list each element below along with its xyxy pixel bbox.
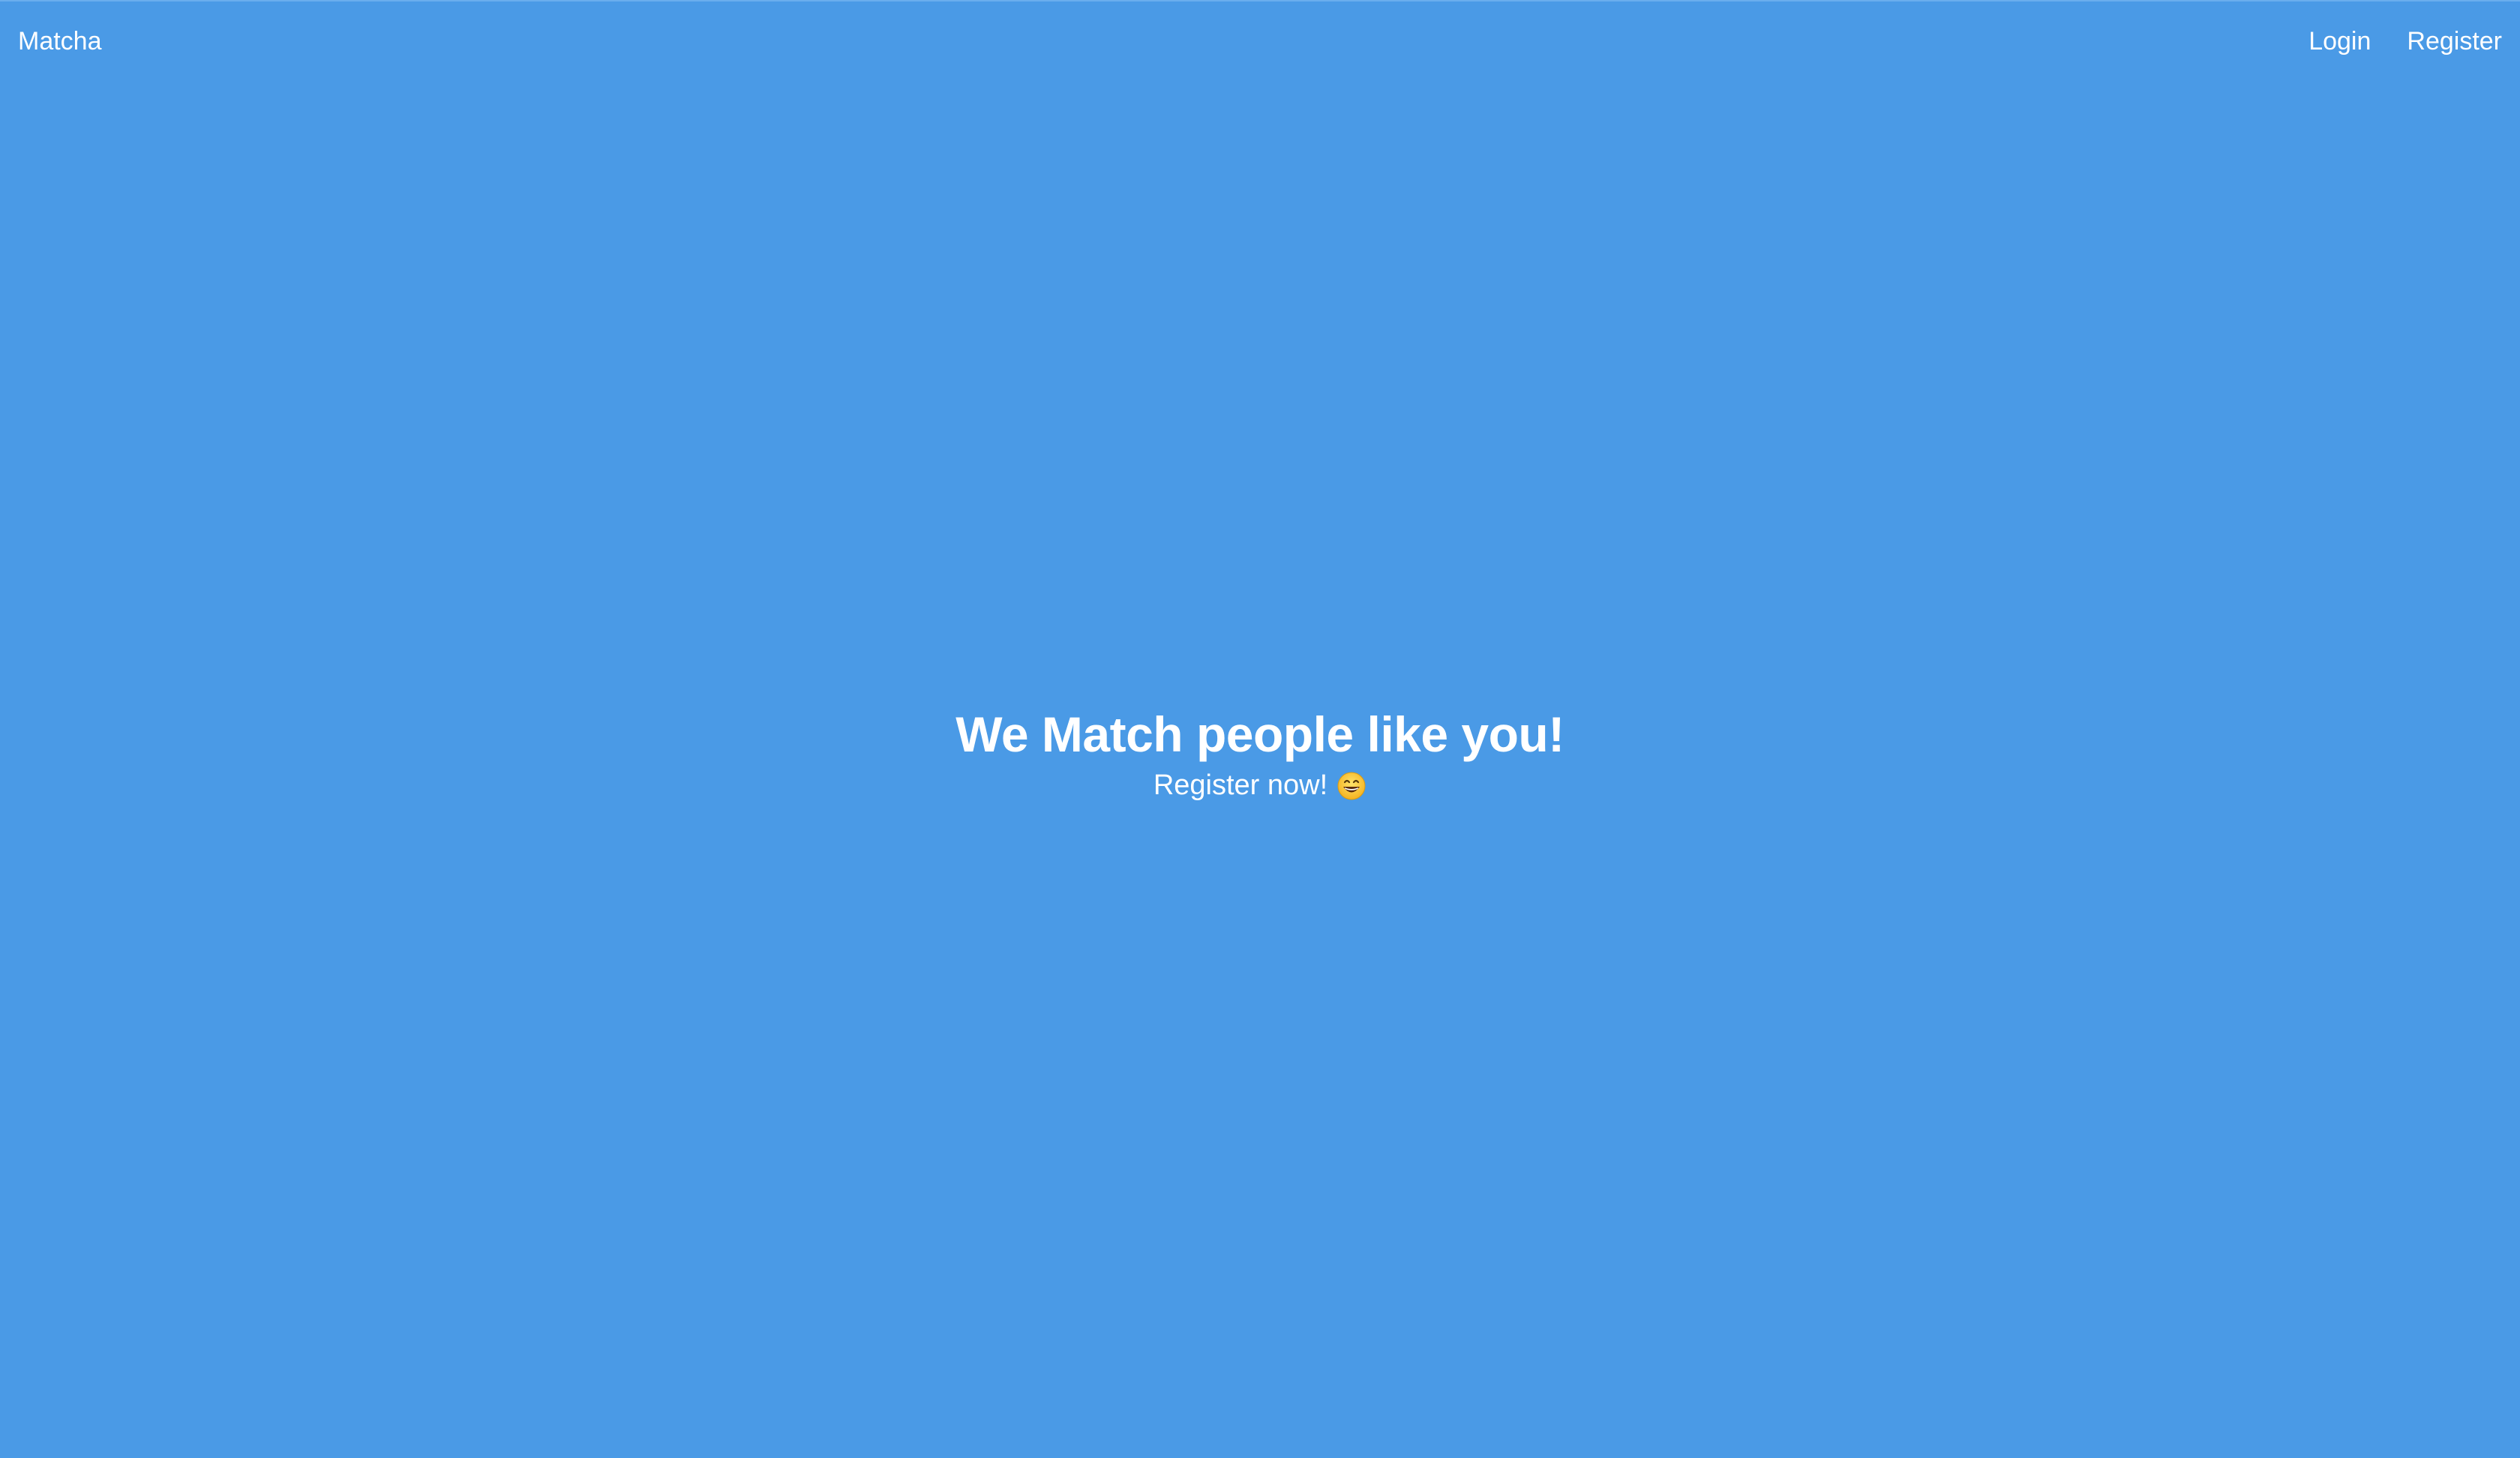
grinning-face-icon xyxy=(1336,771,1366,801)
hero-subtitle-row: Register now! xyxy=(1154,767,1366,804)
hero-title: We Match people like you! xyxy=(956,706,1564,762)
brand-link[interactable]: Matcha xyxy=(18,27,102,56)
navbar: Matcha Login Register xyxy=(0,0,2520,82)
register-link[interactable]: Register xyxy=(2407,27,2502,56)
hero-section: We Match people like you! Register now! xyxy=(0,705,2520,805)
login-link[interactable]: Login xyxy=(2308,27,2371,56)
nav-links: Login Register xyxy=(2308,27,2502,56)
hero-subtitle: Register now! xyxy=(1153,770,1328,802)
